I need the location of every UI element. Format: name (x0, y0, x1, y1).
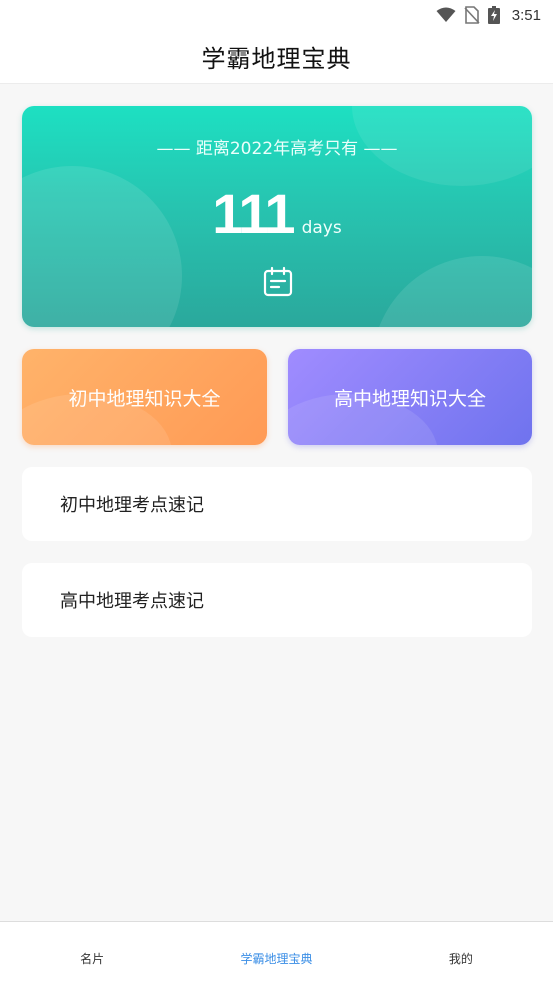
no-sim-icon (464, 6, 480, 24)
status-bar: 3:51 (0, 0, 553, 30)
battery-charging-icon (487, 6, 500, 24)
senior-knowledge-card[interactable]: 高中地理知识大全 (288, 349, 532, 445)
wifi-icon (436, 7, 456, 22)
senior-knowledge-label: 高中地理知识大全 (333, 387, 486, 410)
calendar-icon[interactable] (262, 266, 294, 298)
nav-item-geography[interactable]: 学霸地理宝典 (184, 922, 368, 983)
countdown-number-row: 111 days (22, 181, 532, 246)
app-screen: 3:51 学霸地理宝典 —— 距离2022年高考只有 —— 111 days 初… (0, 0, 553, 983)
countdown-card[interactable]: —— 距离2022年高考只有 —— 111 days (22, 106, 532, 327)
title-bar: 学霸地理宝典 (0, 30, 553, 84)
bottom-nav: 名片 学霸地理宝典 我的 (0, 921, 553, 983)
nav-label: 我的 (448, 952, 473, 966)
nav-item-card[interactable]: 名片 (0, 922, 184, 983)
countdown-heading: —— 距离2022年高考只有 —— (156, 139, 398, 159)
junior-knowledge-label: 初中地理知识大全 (68, 387, 221, 410)
junior-exam-points-item[interactable]: 初中地理考点速记 (22, 467, 532, 541)
countdown-days-unit: days (301, 218, 342, 238)
decorative-bubble (372, 256, 532, 327)
status-clock: 3:51 (511, 6, 541, 24)
list-item-label: 高中地理考点速记 (60, 591, 204, 612)
junior-knowledge-card[interactable]: 初中地理知识大全 (22, 349, 267, 445)
countdown-days-number: 111 (212, 182, 295, 245)
senior-exam-points-item[interactable]: 高中地理考点速记 (22, 563, 532, 637)
status-icons: 3:51 (436, 5, 541, 25)
nav-item-profile[interactable]: 我的 (369, 922, 553, 983)
nav-label: 学霸地理宝典 (240, 952, 313, 966)
list-item-label: 初中地理考点速记 (60, 495, 204, 516)
nav-label: 名片 (80, 952, 105, 966)
page-title: 学霸地理宝典 (201, 45, 352, 73)
